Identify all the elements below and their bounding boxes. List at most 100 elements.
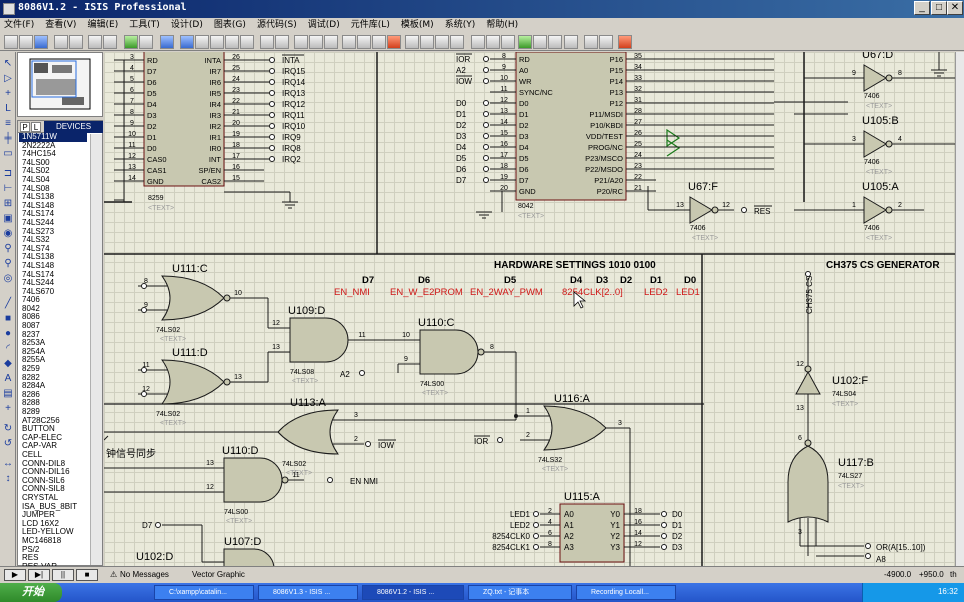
box-2d-icon[interactable]: ■ — [2, 313, 14, 325]
block-delete-icon[interactable] — [387, 35, 401, 49]
pan-icon[interactable] — [180, 35, 194, 49]
undo-icon[interactable] — [260, 35, 274, 49]
task-explorer[interactable]: C:\xampp\catalin... — [154, 585, 254, 600]
wire-label-icon[interactable]: L — [2, 103, 14, 115]
menu-edit[interactable]: 编辑(E) — [84, 18, 123, 32]
library-button[interactable]: L — [31, 122, 41, 132]
zoom-all-icon[interactable] — [225, 35, 239, 49]
decompose-icon[interactable] — [450, 35, 464, 49]
menu-source[interactable]: 源代码(S) — [253, 18, 301, 32]
current-probe-icon[interactable]: ⚲ — [2, 258, 14, 270]
block-copy-icon[interactable] — [342, 35, 356, 49]
menu-graph[interactable]: 图表(G) — [210, 18, 250, 32]
stop-button[interactable]: ■ — [76, 569, 98, 581]
wire-autorouter-icon[interactable] — [471, 35, 485, 49]
remove-sheet-icon[interactable] — [533, 35, 547, 49]
make-device-icon[interactable] — [420, 35, 434, 49]
block-rotate-icon[interactable] — [372, 35, 386, 49]
task-notepad[interactable]: ZQ.txt - 记事本 — [468, 585, 572, 600]
terminal-mode-icon[interactable]: ⊐ — [2, 168, 14, 180]
mirror-x-icon[interactable]: ↔ — [2, 458, 14, 470]
graph-mode-icon[interactable]: ⊞ — [2, 198, 14, 210]
new-sheet-icon[interactable] — [518, 35, 532, 49]
task-isis-v12[interactable]: 8086V1.2 - ISIS ... — [362, 585, 464, 600]
menu-design[interactable]: 设计(D) — [167, 18, 207, 32]
zoom-in-icon[interactable] — [195, 35, 209, 49]
copy-icon[interactable] — [309, 35, 323, 49]
pick-device-icon[interactable] — [405, 35, 419, 49]
mirror-y-icon[interactable]: ↕ — [2, 473, 14, 485]
bill-of-materials-icon[interactable] — [564, 35, 578, 49]
bus-mode-icon[interactable]: ╪ — [2, 133, 14, 145]
menu-tools[interactable]: 工具(T) — [125, 18, 164, 32]
menu-system[interactable]: 系统(Y) — [441, 18, 480, 32]
erc-icon[interactable] — [584, 35, 598, 49]
print-icon[interactable] — [88, 35, 102, 49]
open-file-icon[interactable] — [19, 35, 33, 49]
new-file-icon[interactable] — [4, 35, 18, 49]
minimize-button[interactable]: _ — [914, 1, 930, 15]
ares-icon[interactable] — [618, 35, 632, 49]
text-2d-icon[interactable]: A — [2, 373, 14, 385]
task-recording[interactable]: Recording Locall... — [576, 585, 676, 600]
junction-mode-icon[interactable]: + — [2, 88, 14, 100]
export-icon[interactable] — [69, 35, 83, 49]
save-icon[interactable] — [34, 35, 48, 49]
origin-icon[interactable] — [160, 35, 174, 49]
pin-mode-icon[interactable]: ⊢ — [2, 183, 14, 195]
menu-library[interactable]: 元件库(L) — [347, 18, 394, 32]
close-button[interactable]: ✕ — [947, 1, 963, 15]
subcircuit-icon[interactable]: ▭ — [2, 148, 14, 160]
grid-icon[interactable] — [139, 35, 153, 49]
rotate-cw-icon[interactable]: ↻ — [2, 423, 14, 435]
property-tool-icon[interactable] — [501, 35, 515, 49]
marker-2d-icon[interactable]: + — [2, 403, 14, 415]
menu-template[interactable]: 模板(M) — [397, 18, 438, 32]
play-button[interactable]: ▶ — [4, 569, 26, 581]
device-item[interactable]: 1N5711W — [19, 133, 87, 142]
exit-to-parent-icon[interactable] — [548, 35, 562, 49]
zoom-area-icon[interactable] — [240, 35, 254, 49]
paste-icon[interactable] — [324, 35, 338, 49]
line-2d-icon[interactable]: ╱ — [2, 298, 14, 310]
search-tag-icon[interactable] — [486, 35, 500, 49]
task-isis-v13[interactable]: 8086V1.3 - ISIS ... — [258, 585, 358, 600]
zoom-out-icon[interactable] — [210, 35, 224, 49]
virtual-instrument-icon[interactable]: ◎ — [2, 273, 14, 285]
menu-file[interactable]: 文件(F) — [0, 18, 38, 32]
step-button[interactable]: ▶| — [28, 569, 50, 581]
symbol-2d-icon[interactable]: ▤ — [2, 388, 14, 400]
netlist-icon[interactable] — [599, 35, 613, 49]
component-mode-icon[interactable]: ▷ — [2, 73, 14, 85]
generator-icon[interactable]: ◉ — [2, 228, 14, 240]
pin-number: 9 — [404, 356, 408, 363]
text-script-icon[interactable]: ≡ — [2, 118, 14, 130]
circle-2d-icon[interactable]: ● — [2, 328, 14, 340]
print-area-icon[interactable] — [103, 35, 117, 49]
maximize-button[interactable]: □ — [931, 1, 947, 15]
refresh-icon[interactable] — [124, 35, 138, 49]
menu-view[interactable]: 查看(V) — [41, 18, 80, 32]
select-mode-icon[interactable]: ↖ — [2, 58, 14, 70]
message-status[interactable]: No Messages — [120, 570, 169, 579]
schematic-canvas[interactable]: RD 3 D7 4 D6 5 D5 6 D4 7 D3 8 D2 9 D1 10 D0 11 CAS0 12 CAS1 1… — [104, 52, 955, 566]
pause-button[interactable]: || — [52, 569, 74, 581]
cut-icon[interactable] — [294, 35, 308, 49]
overview-window[interactable] — [17, 52, 103, 117]
vertical-scrollbar[interactable] — [955, 52, 964, 566]
devices-scrollbar[interactable] — [90, 134, 102, 565]
path-2d-icon[interactable]: ◆ — [2, 358, 14, 370]
menu-help[interactable]: 帮助(H) — [482, 18, 522, 32]
block-move-icon[interactable] — [357, 35, 371, 49]
tape-recorder-icon[interactable]: ▣ — [2, 213, 14, 225]
menu-debug[interactable]: 调试(D) — [304, 18, 344, 32]
import-icon[interactable] — [54, 35, 68, 49]
voltage-probe-icon[interactable]: ⚲ — [2, 243, 14, 255]
redo-icon[interactable] — [275, 35, 289, 49]
start-button[interactable]: 开始 — [0, 583, 62, 602]
package-tool-icon[interactable] — [435, 35, 449, 49]
arc-2d-icon[interactable]: ◜ — [2, 343, 14, 355]
pick-device-button[interactable]: P — [20, 122, 30, 132]
rotate-ccw-icon[interactable]: ↺ — [2, 438, 14, 450]
text-placeholder: <TEXT> — [292, 378, 318, 385]
